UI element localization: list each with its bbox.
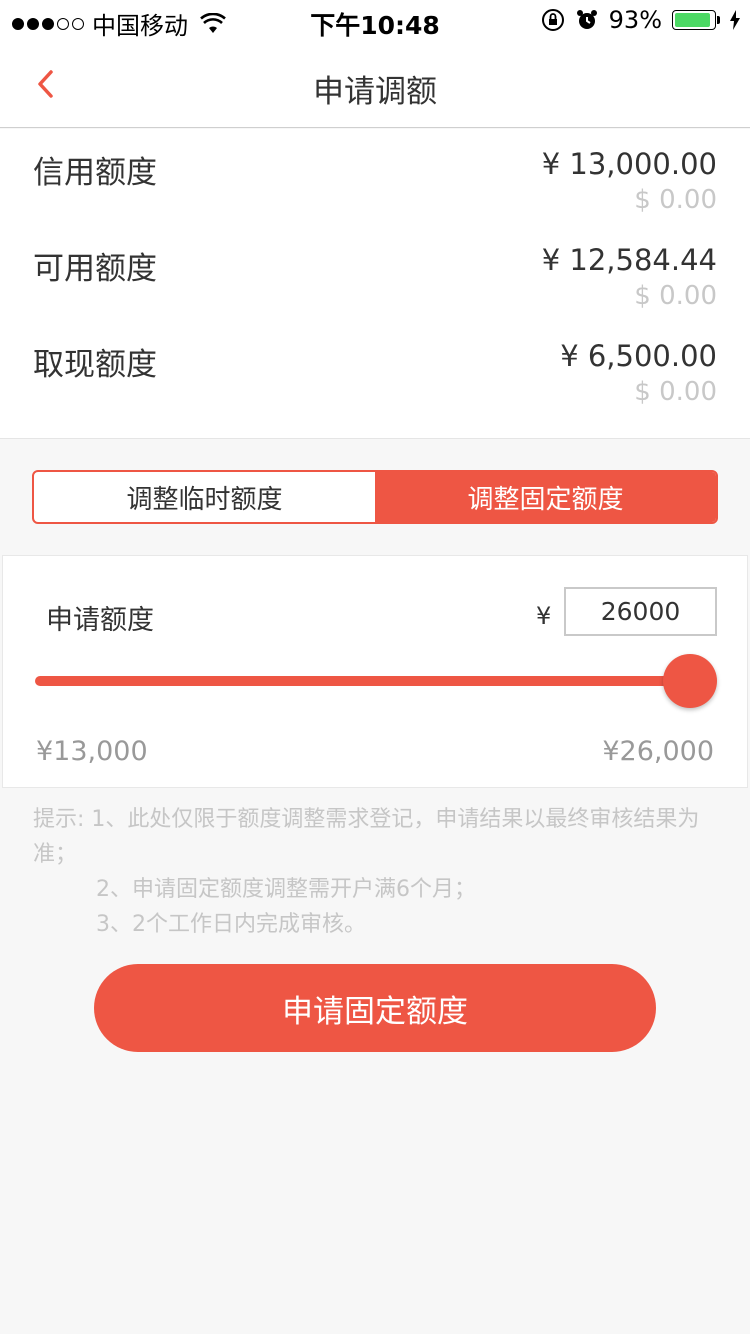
amount-slider-thumb[interactable] [663, 654, 717, 708]
limit-row-cash: 取现额度 ¥ 6,500.00 $ 0.00 [0, 321, 750, 411]
limit-row-credit: 信用额度 ¥ 13,000.00 $ 0.00 [0, 129, 750, 219]
status-right: 93% [541, 6, 740, 34]
tip-line-3: 3、2个工作日内完成审核。 [96, 912, 366, 937]
tab-temporary-limit[interactable]: 调整临时额度 [34, 472, 375, 522]
page-title: 申请调额 [313, 74, 437, 110]
rotation-lock-icon [541, 9, 564, 31]
apply-amount-card: 申请额度 ¥ ¥13,000 ¥26,000 [2, 555, 748, 788]
amount-slider-track[interactable] [35, 676, 685, 686]
currency-symbol: ¥ [536, 602, 552, 630]
battery-percent: 93% [608, 6, 662, 34]
slider-min-label: ¥13,000 [36, 736, 148, 767]
tips-text: 提示: 1、此处仅限于额度调整需求登记，申请结果以最终审核结果为准； 2、申请固… [33, 802, 718, 942]
limit-label: 信用额度 [33, 155, 157, 191]
navigation-bar: 申请调额 [0, 40, 750, 128]
slider-max-label: ¥26,000 [602, 736, 714, 767]
battery-icon [672, 10, 720, 30]
adjust-type-segment: 调整临时额度 调整固定额度 [32, 470, 718, 524]
status-bar: 中国移动 下午10:48 93% [0, 0, 750, 40]
limit-cny-value: ¥ 12,584.44 [541, 243, 717, 277]
tip-line-1: 提示: 1、此处仅限于额度调整需求登记，申请结果以最终审核结果为准； [33, 807, 700, 867]
tip-line-2: 2、申请固定额度调整需开户满6个月； [96, 877, 476, 902]
apply-fixed-limit-button[interactable]: 申请固定额度 [94, 964, 656, 1052]
limit-label: 取现额度 [33, 347, 157, 383]
apply-amount-label: 申请额度 [46, 605, 154, 636]
alarm-icon [576, 10, 597, 29]
limits-summary: 信用额度 ¥ 13,000.00 $ 0.00 可用额度 ¥ 12,584.44… [0, 129, 750, 439]
amount-input[interactable] [564, 587, 717, 636]
limit-row-available: 可用额度 ¥ 12,584.44 $ 0.00 [0, 225, 750, 315]
charging-bolt-icon [730, 10, 740, 30]
battery-level-fill [675, 13, 711, 27]
limit-cny-value: ¥ 13,000.00 [541, 147, 717, 181]
limit-usd-value: $ 0.00 [634, 281, 717, 311]
limit-usd-value: $ 0.00 [634, 185, 717, 215]
limit-label: 可用额度 [33, 251, 157, 287]
limit-cny-value: ¥ 6,500.00 [560, 339, 717, 373]
limit-usd-value: $ 0.00 [634, 377, 717, 407]
tab-fixed-limit[interactable]: 调整固定额度 [375, 472, 716, 522]
